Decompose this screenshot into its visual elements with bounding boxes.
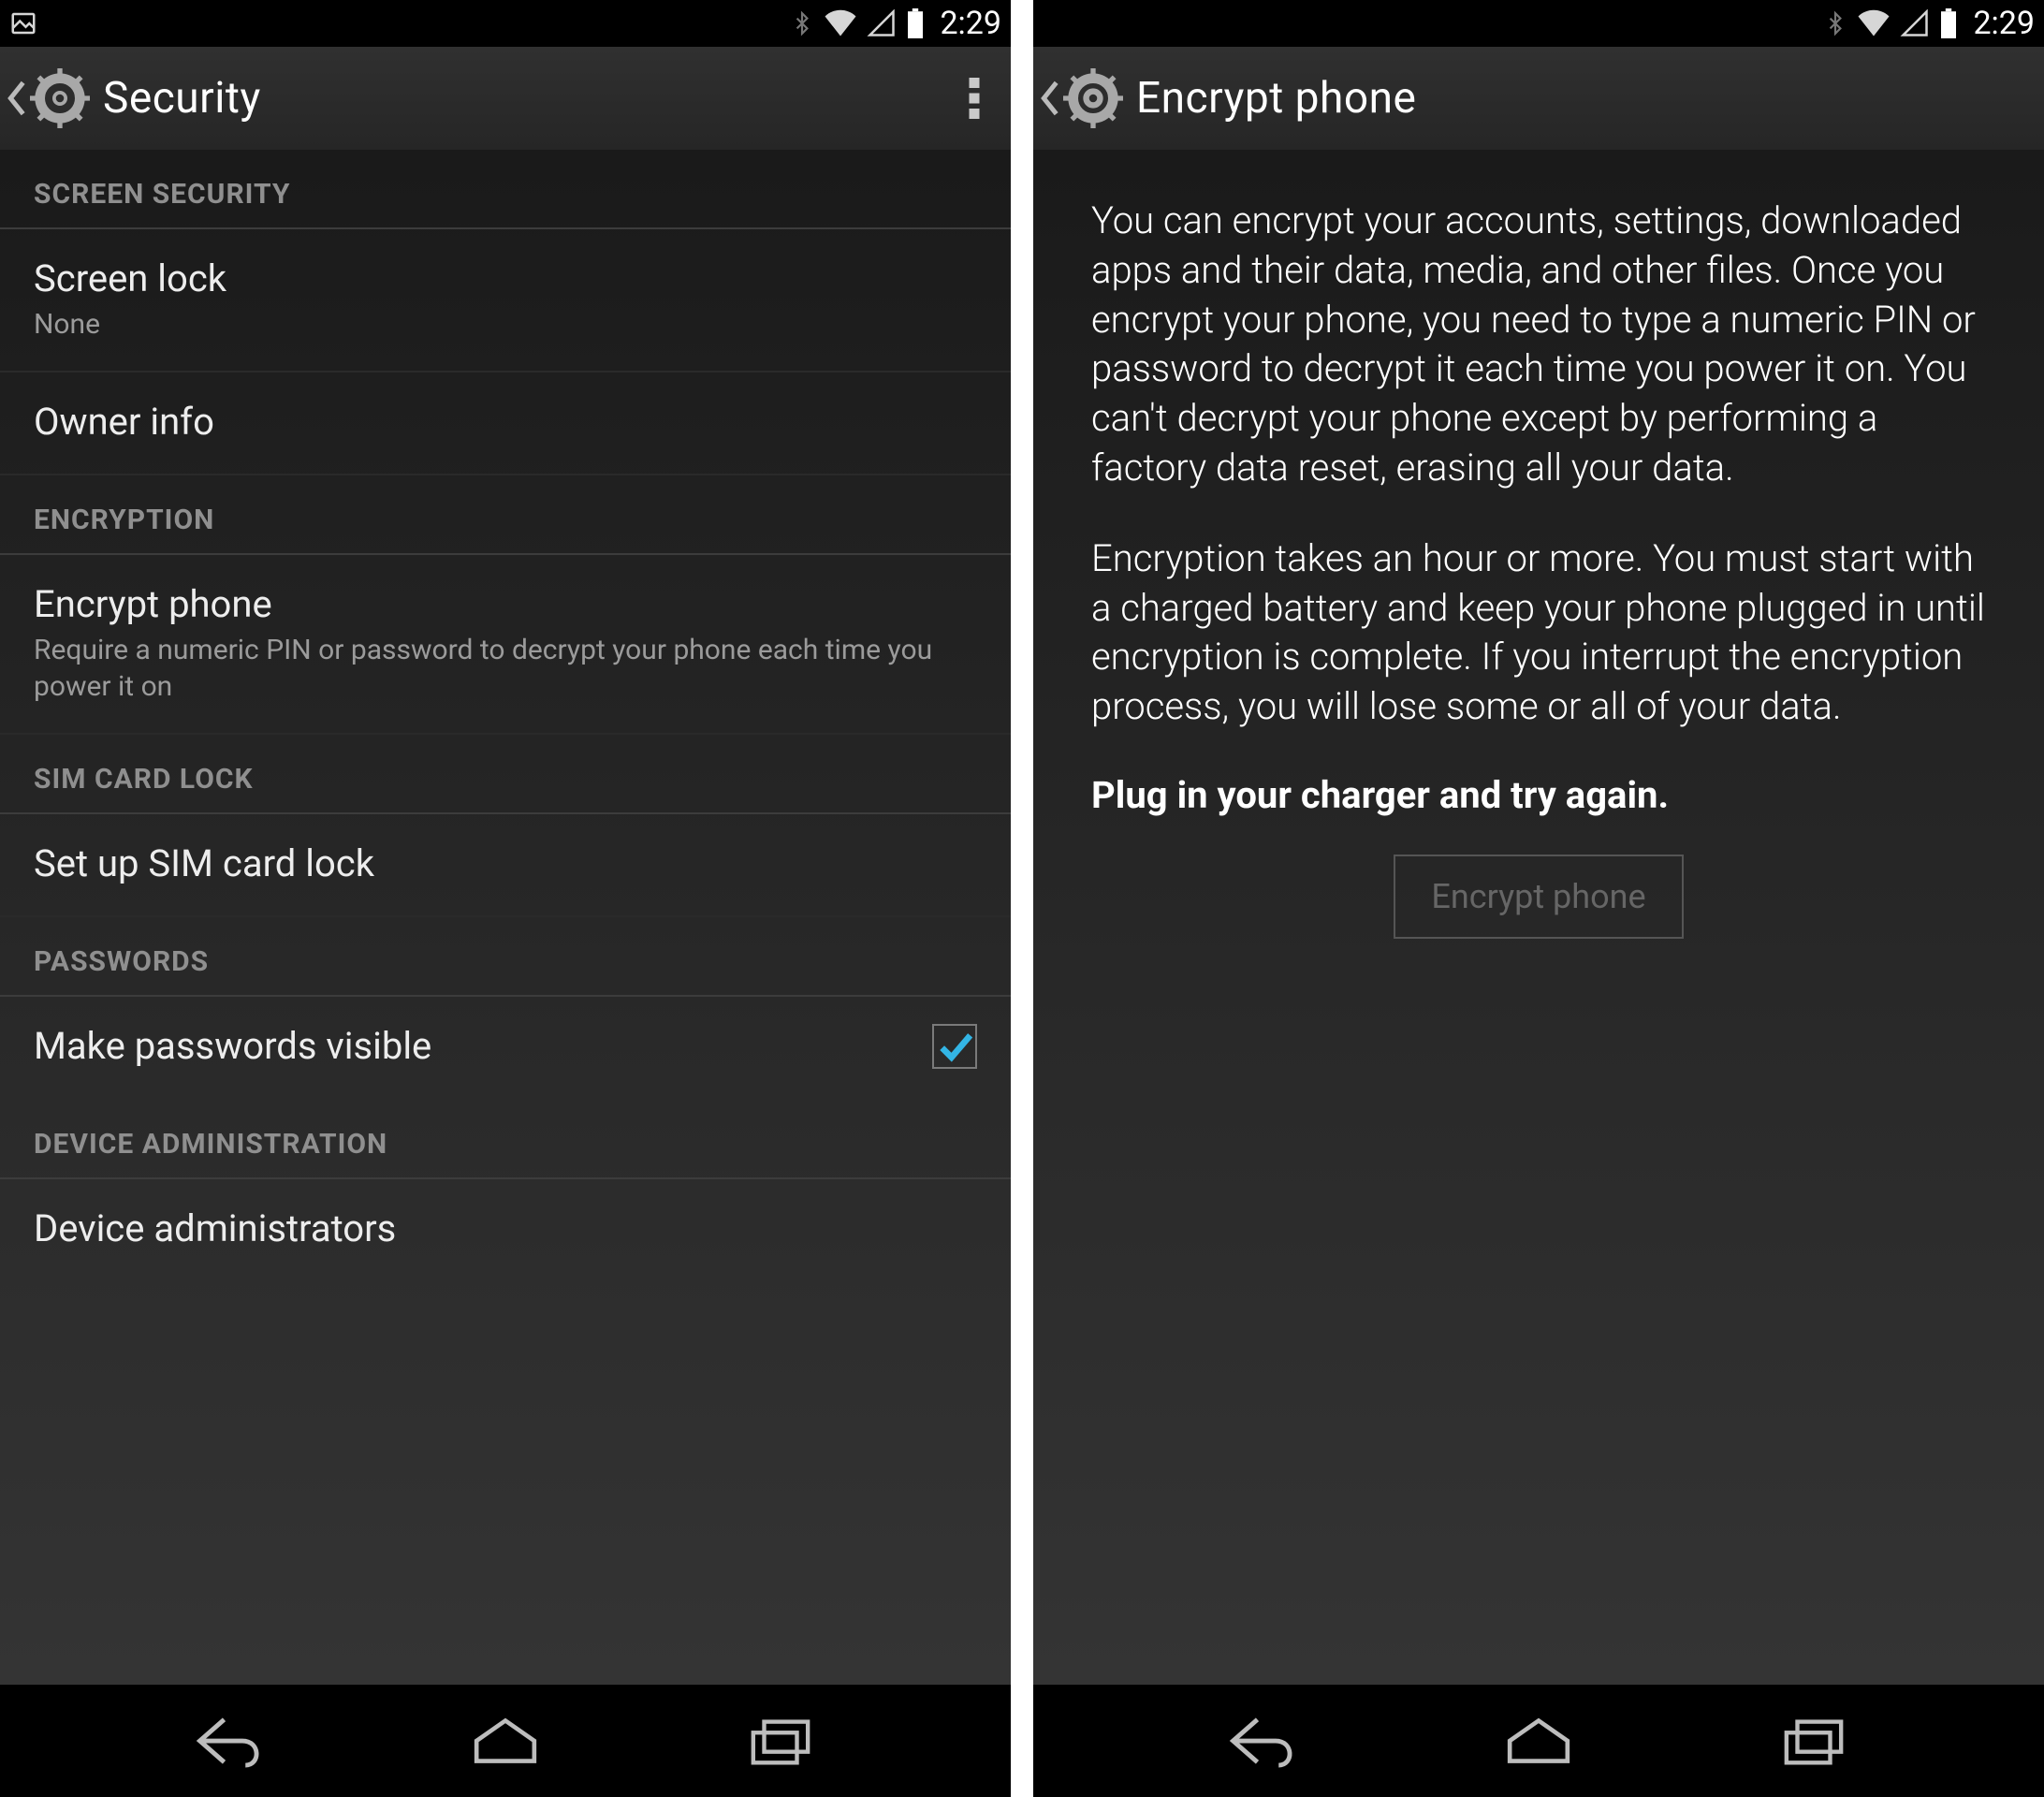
recents-icon xyxy=(748,1716,813,1766)
item-device-administrators[interactable]: Device administrators xyxy=(0,1179,1011,1280)
item-title: Set up SIM card lock xyxy=(34,840,977,887)
nav-back-button[interactable] xyxy=(185,1696,275,1786)
wifi-icon xyxy=(824,9,857,37)
page-title: Security xyxy=(103,73,261,124)
item-subtitle: None xyxy=(34,306,977,343)
nav-recents-button[interactable] xyxy=(1769,1696,1859,1786)
chevron-left-icon xyxy=(7,78,26,119)
item-title: Owner info xyxy=(34,399,977,446)
item-title: Screen lock xyxy=(34,256,977,302)
bluetooth-icon xyxy=(1823,7,1847,39)
section-header-screen-security: SCREEN SECURITY xyxy=(0,150,1011,229)
cell-signal-icon xyxy=(1900,9,1930,37)
item-title: Make passwords visible xyxy=(34,1023,932,1070)
settings-gear-icon xyxy=(30,68,90,128)
phone-right: 2:29 xyxy=(1033,0,2044,1797)
item-subtitle: Require a numeric PIN or password to dec… xyxy=(34,632,977,705)
nav-home-button[interactable] xyxy=(460,1696,550,1786)
nav-home-button[interactable] xyxy=(1494,1696,1584,1786)
overflow-menu-button[interactable] xyxy=(951,68,998,128)
bluetooth-icon xyxy=(790,7,814,39)
picture-icon xyxy=(9,9,37,37)
item-title: Encrypt phone xyxy=(34,581,977,628)
battery-icon xyxy=(906,8,925,38)
charger-warning: Plug in your charger and try again. xyxy=(1091,773,1986,817)
encrypt-paragraph-2: Encryption takes an hour or more. You mu… xyxy=(1091,534,1986,732)
encrypt-phone-button: Encrypt phone xyxy=(1394,855,1683,939)
section-header-encryption: ENCRYPTION xyxy=(0,475,1011,555)
cell-signal-icon xyxy=(867,9,897,37)
item-owner-info[interactable]: Owner info xyxy=(0,373,1011,475)
wifi-icon xyxy=(1857,9,1891,37)
encrypt-description: You can encrypt your accounts, settings,… xyxy=(1091,197,1986,732)
item-title: Device administrators xyxy=(34,1205,977,1252)
up-button[interactable] xyxy=(7,68,90,128)
status-bar: 2:29 xyxy=(1033,0,2044,47)
item-encrypt-phone[interactable]: Encrypt phone Require a numeric PIN or p… xyxy=(0,555,1011,735)
status-time: 2:29 xyxy=(940,5,1001,42)
back-icon xyxy=(1227,1713,1300,1769)
section-header-sim-card-lock: SIM CARD LOCK xyxy=(0,735,1011,814)
check-icon xyxy=(936,1028,973,1065)
status-time: 2:29 xyxy=(1973,5,2035,42)
item-sim-card-lock[interactable]: Set up SIM card lock xyxy=(0,814,1011,917)
navigation-bar xyxy=(0,1685,1011,1797)
status-bar: 2:29 xyxy=(0,0,1011,47)
home-icon xyxy=(471,1716,540,1766)
section-header-device-admin: DEVICE ADMINISTRATION xyxy=(0,1100,1011,1179)
item-passwords-visible[interactable]: Make passwords visible xyxy=(0,997,1011,1100)
item-screen-lock[interactable]: Screen lock None xyxy=(0,229,1011,373)
overflow-icon xyxy=(968,78,981,119)
recents-icon xyxy=(1781,1716,1847,1766)
home-icon xyxy=(1504,1716,1573,1766)
action-bar: Encrypt phone xyxy=(1033,47,2044,150)
chevron-left-icon xyxy=(1041,78,1059,119)
navigation-bar xyxy=(1033,1685,2044,1797)
nav-back-button[interactable] xyxy=(1219,1696,1308,1786)
section-header-passwords: PASSWORDS xyxy=(0,917,1011,997)
back-icon xyxy=(194,1713,267,1769)
settings-gear-icon xyxy=(1063,68,1123,128)
up-button[interactable] xyxy=(1041,68,1123,128)
page-title: Encrypt phone xyxy=(1136,73,1416,124)
encrypt-paragraph-1: You can encrypt your accounts, settings,… xyxy=(1091,197,1986,493)
checkbox-passwords-visible[interactable] xyxy=(932,1024,977,1069)
phone-left: 2:29 xyxy=(0,0,1011,1797)
encrypt-body[interactable]: You can encrypt your accounts, settings,… xyxy=(1033,150,2044,1685)
settings-list[interactable]: SCREEN SECURITY Screen lock None Owner i… xyxy=(0,150,1011,1685)
nav-recents-button[interactable] xyxy=(736,1696,825,1786)
battery-icon xyxy=(1939,8,1958,38)
action-bar: Security xyxy=(0,47,1011,150)
